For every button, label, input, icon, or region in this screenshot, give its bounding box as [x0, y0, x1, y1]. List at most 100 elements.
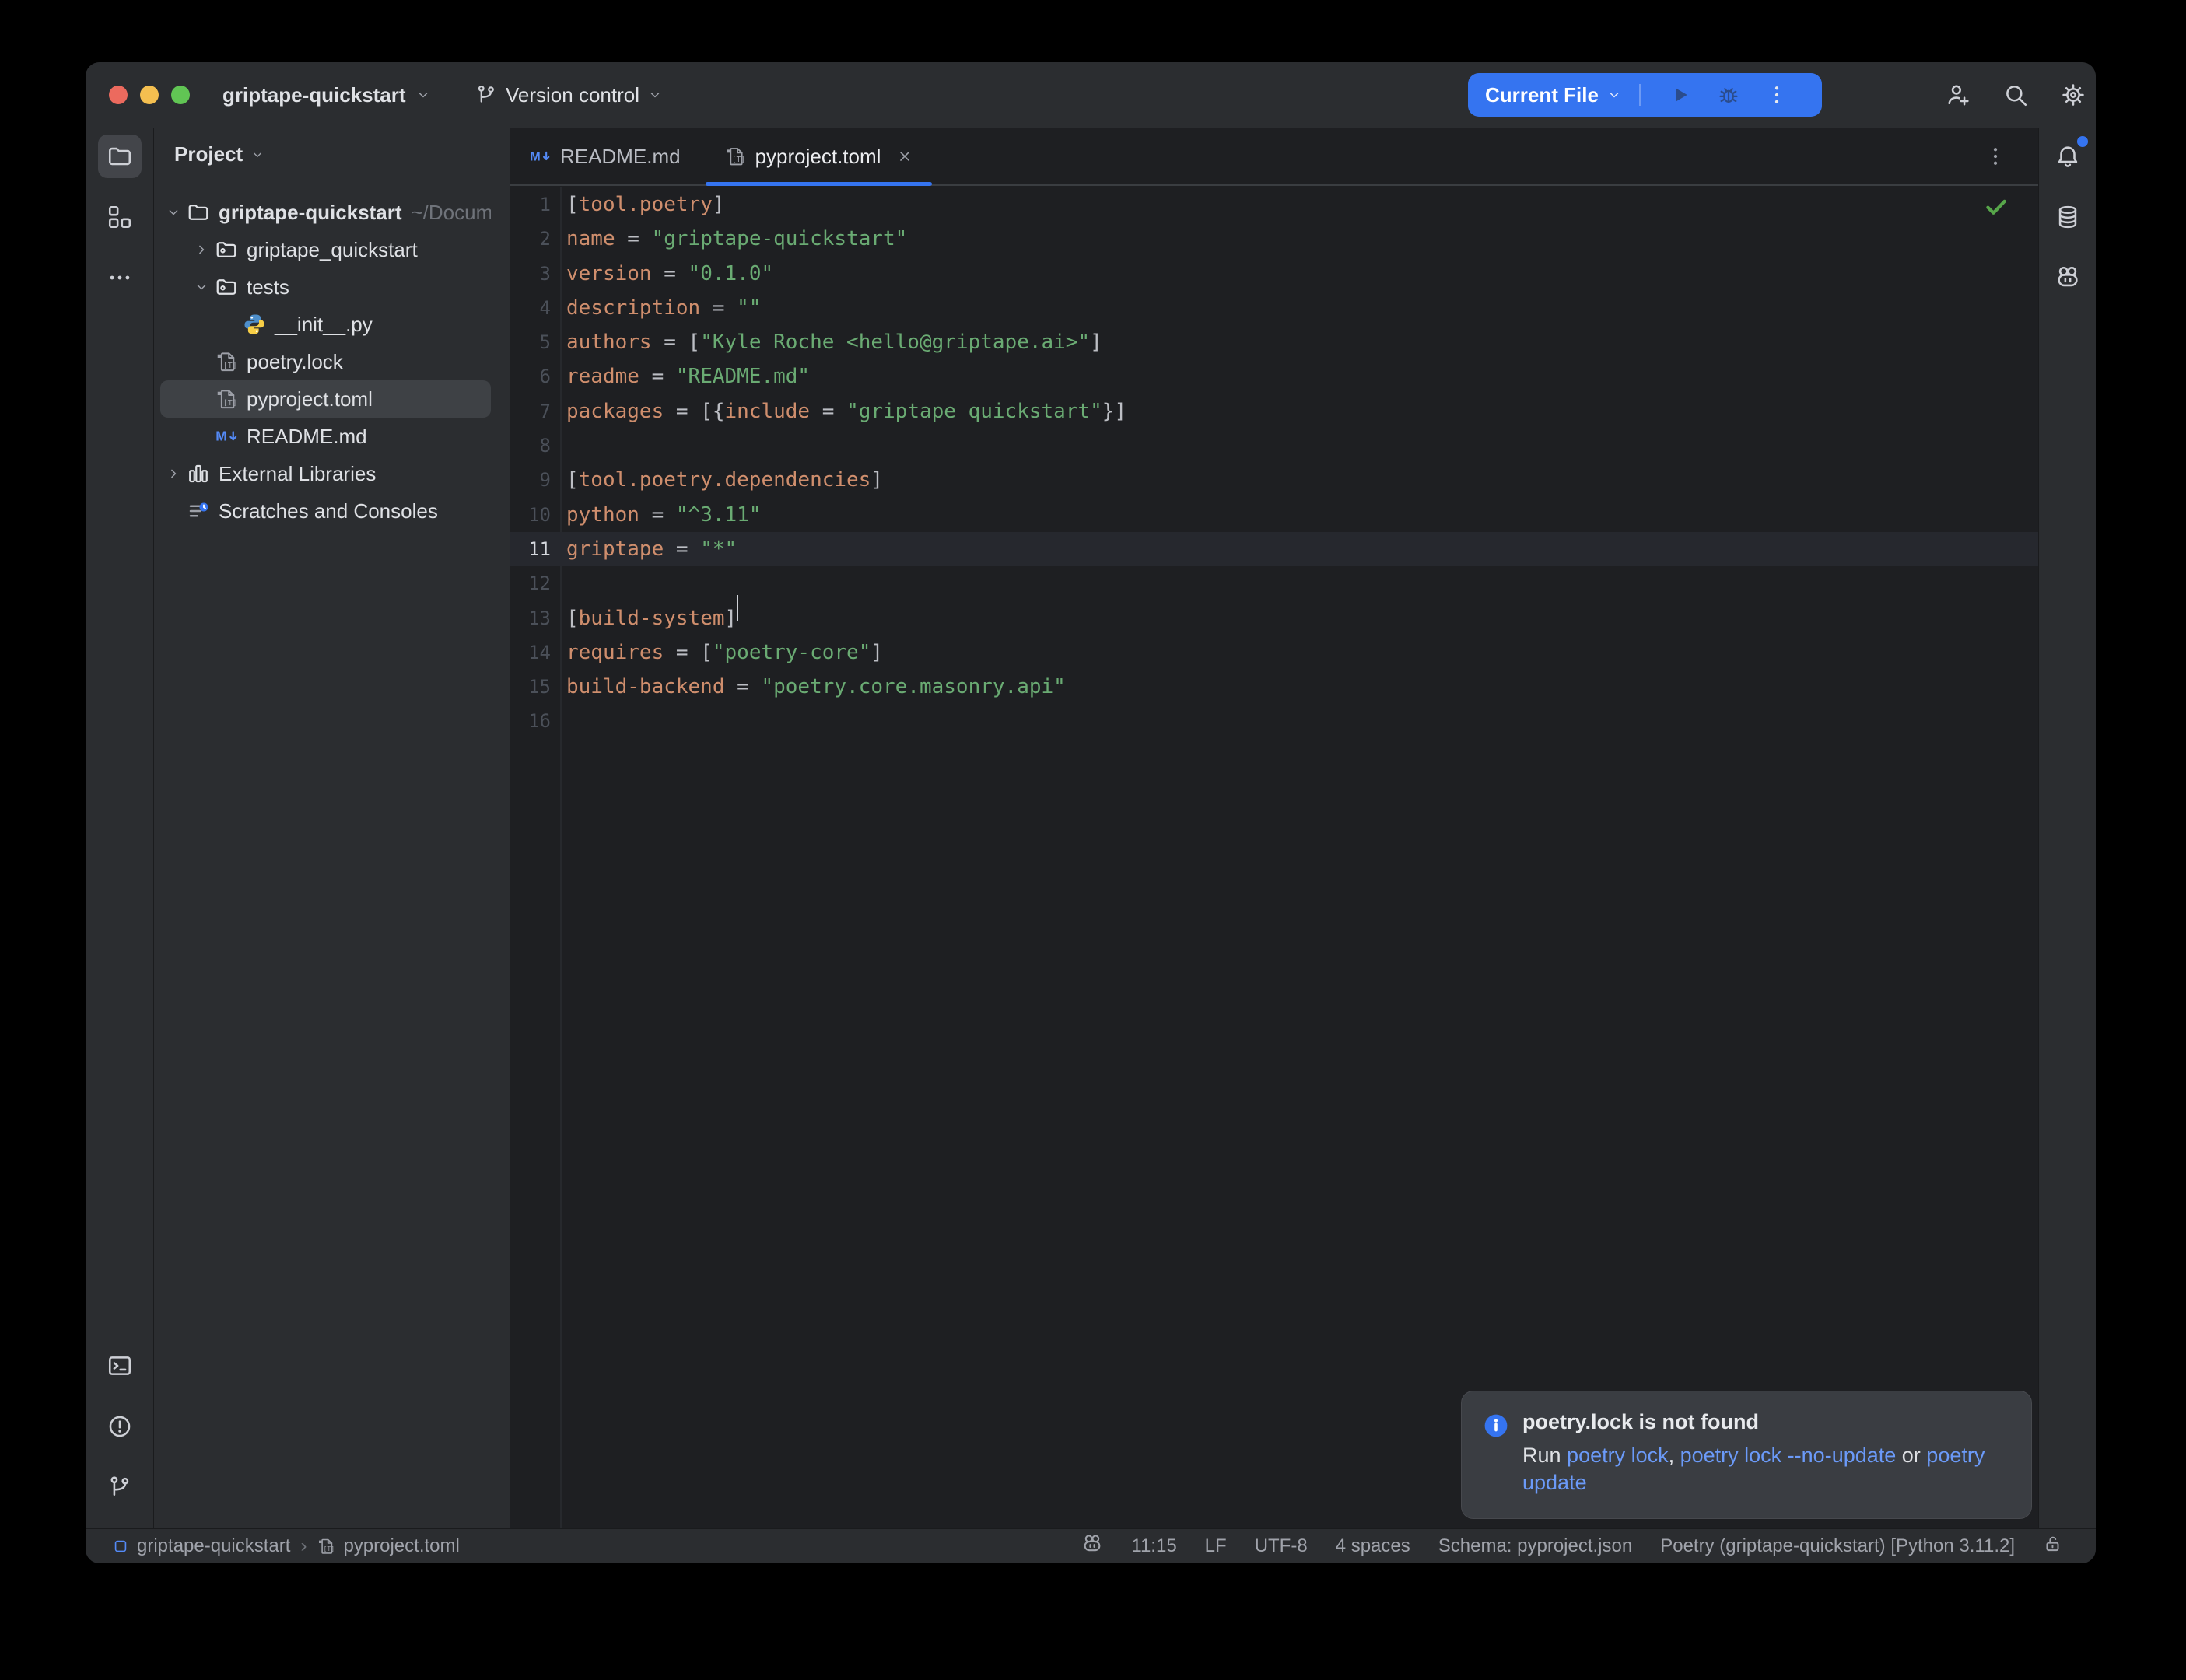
tree-item-scratches-and-consoles[interactable]: Scratches and Consoles: [160, 492, 491, 530]
code-line-14[interactable]: 14requires = ["poetry-core"]: [510, 635, 2038, 670]
code-line-3[interactable]: 3version = "0.1.0": [510, 257, 2038, 291]
tree-item-label: griptape-quickstart: [219, 201, 402, 225]
ai-assistant-button[interactable]: [2046, 256, 2090, 299]
ai-status-icon[interactable]: [1081, 1533, 1103, 1560]
chevron-spacer: [188, 390, 215, 408]
tree-item-tests[interactable]: tests: [160, 268, 491, 306]
line-number: 4: [510, 291, 551, 325]
search-everywhere-button[interactable]: [2002, 82, 2029, 108]
tree-item-external-libraries[interactable]: External Libraries: [160, 455, 491, 492]
python-icon: [243, 313, 266, 336]
caret-position-widget[interactable]: 11:15: [1131, 1535, 1176, 1557]
file-encoding-widget[interactable]: UTF-8: [1255, 1535, 1308, 1557]
close-button[interactable]: [109, 86, 128, 104]
more-run-options-button[interactable]: [1765, 83, 1788, 107]
project-selector-label: griptape-quickstart: [222, 83, 406, 107]
notifications-button[interactable]: [2046, 135, 2090, 178]
zoom-button[interactable]: [171, 86, 190, 104]
tree-item-label: README.md: [247, 425, 367, 449]
code-line-15[interactable]: 15build-backend = "poetry.core.masonry.a…: [510, 670, 2038, 704]
tab-label: pyproject.toml: [755, 145, 881, 169]
code-line-7[interactable]: 7packages = [{include = "griptape_quicks…: [510, 394, 2038, 429]
notification-link[interactable]: poetry lock --no-update: [1680, 1444, 1897, 1467]
line-number: 1: [510, 187, 551, 222]
chevron-right-icon[interactable]: [160, 465, 187, 482]
minimize-button[interactable]: [140, 86, 159, 104]
notification-text: or: [1896, 1444, 1926, 1467]
line-content: name = "griptape-quickstart": [566, 227, 907, 250]
problems-tool-button[interactable]: [98, 1405, 142, 1448]
project-selector[interactable]: griptape-quickstart: [222, 62, 431, 128]
tree-item-path: ~/Docume: [412, 201, 492, 225]
line-number: 8: [510, 429, 551, 463]
code-line-13[interactable]: 13[build-system]: [510, 601, 2038, 635]
notification-link[interactable]: poetry lock: [1567, 1444, 1669, 1467]
database-button[interactable]: [2046, 195, 2090, 239]
json-schema-widget[interactable]: Schema: pyproject.json: [1438, 1535, 1632, 1557]
code-editor[interactable]: 1[tool.poetry]2 name = "griptape-quicksta…: [510, 187, 2038, 1529]
tree-item-readme-md[interactable]: MREADME.md: [160, 418, 491, 455]
status-widgets: 11:15 LF UTF-8 4 spaces Schema: pyproject.js…: [1081, 1529, 2063, 1563]
code-line-9[interactable]: 9[tool.poetry.dependencies]: [510, 463, 2038, 497]
readonly-toggle-icon[interactable]: [2043, 1534, 2063, 1559]
line-number: 3: [510, 257, 551, 291]
breadcrumb-separator: ›: [300, 1535, 307, 1557]
code-line-4[interactable]: 4description = "": [510, 291, 2038, 325]
chevron-down-icon[interactable]: [188, 278, 215, 296]
git-branch-icon: [475, 83, 498, 107]
chevron-spacer: [188, 353, 215, 370]
line-separator-widget[interactable]: LF: [1205, 1535, 1227, 1557]
tree-item--init-py[interactable]: __init__.py: [160, 306, 491, 343]
code-line-10[interactable]: 10python = "^3.11": [510, 498, 2038, 532]
terminal-icon: [107, 1353, 133, 1379]
chevron-down-icon: [415, 87, 431, 103]
settings-button[interactable]: [2060, 82, 2086, 108]
breadcrumb-item[interactable]: [T]pyproject.toml: [317, 1535, 459, 1557]
more-tools-button[interactable]: [98, 256, 142, 299]
line-number: 6: [510, 359, 551, 394]
tab-options-button[interactable]: [1984, 145, 2007, 168]
version-control-tool-button[interactable]: [98, 1465, 142, 1509]
code-line-12[interactable]: 12: [510, 566, 2038, 600]
indent-style-widget[interactable]: 4 spaces: [1336, 1535, 1410, 1557]
notification-text: ,: [1669, 1444, 1680, 1467]
code-line-2[interactable]: 2 name = "griptape-quickstart": [510, 222, 2038, 256]
python-interpreter-widget[interactable]: Poetry (griptape-quickstart) [Python 3.1…: [1660, 1535, 2015, 1557]
code-line-8[interactable]: 8: [510, 429, 2038, 463]
code-line-5[interactable]: 5authors = ["Kyle Roche <hello@griptape.…: [510, 325, 2038, 359]
titlebar-actions: [1945, 62, 2086, 128]
add-user-button[interactable]: [1945, 82, 1971, 108]
tab-readme-md[interactable]: MREADME.md: [510, 128, 699, 184]
code-line-1[interactable]: 1[tool.poetry]: [510, 187, 2038, 222]
project-tool-button[interactable]: [98, 135, 142, 178]
tab-pyproject-toml[interactable]: [T]pyproject.toml: [706, 128, 933, 184]
debug-button[interactable]: [1717, 83, 1740, 107]
code-line-16[interactable]: 16: [510, 704, 2038, 738]
run-button[interactable]: [1669, 83, 1692, 107]
structure-tool-button[interactable]: [98, 195, 142, 239]
close-icon[interactable]: [896, 148, 913, 165]
line-content: authors = ["Kyle Roche <hello@griptape.a…: [566, 331, 1102, 354]
tree-item-pyproject-toml[interactable]: [T]pyproject.toml: [160, 380, 491, 418]
tree-item-griptape-quickstart[interactable]: griptape-quickstart ~/Docume: [160, 194, 491, 231]
markdown-icon: M: [529, 145, 551, 167]
chevron-down-icon: [250, 148, 264, 162]
project-panel-header[interactable]: Project: [174, 142, 264, 166]
tree-item-label: __init__.py: [275, 313, 373, 337]
run-config-selector[interactable]: Current File: [1485, 83, 1599, 107]
vcs-widget[interactable]: Version control: [475, 62, 663, 128]
code-line-6[interactable]: 6readme = "README.md": [510, 359, 2038, 394]
chevron-down-icon[interactable]: [160, 204, 187, 221]
line-number: 2: [510, 222, 551, 256]
breadcrumb-item[interactable]: griptape-quickstart: [112, 1535, 290, 1557]
tree-item-griptape-quickstart[interactable]: griptape_quickstart: [160, 231, 491, 268]
tree-item-poetry-lock[interactable]: [T]poetry.lock: [160, 343, 491, 380]
folder-icon: [187, 201, 210, 224]
terminal-tool-button[interactable]: [98, 1344, 142, 1388]
code-line-11[interactable]: 11griptape = "*": [510, 532, 2038, 566]
chevron-right-icon[interactable]: [188, 241, 215, 258]
breadcrumb-label: griptape-quickstart: [137, 1535, 290, 1557]
bell-icon: [2055, 143, 2081, 170]
line-number: 11: [510, 532, 551, 566]
toml-file-icon: [T]: [215, 350, 238, 373]
